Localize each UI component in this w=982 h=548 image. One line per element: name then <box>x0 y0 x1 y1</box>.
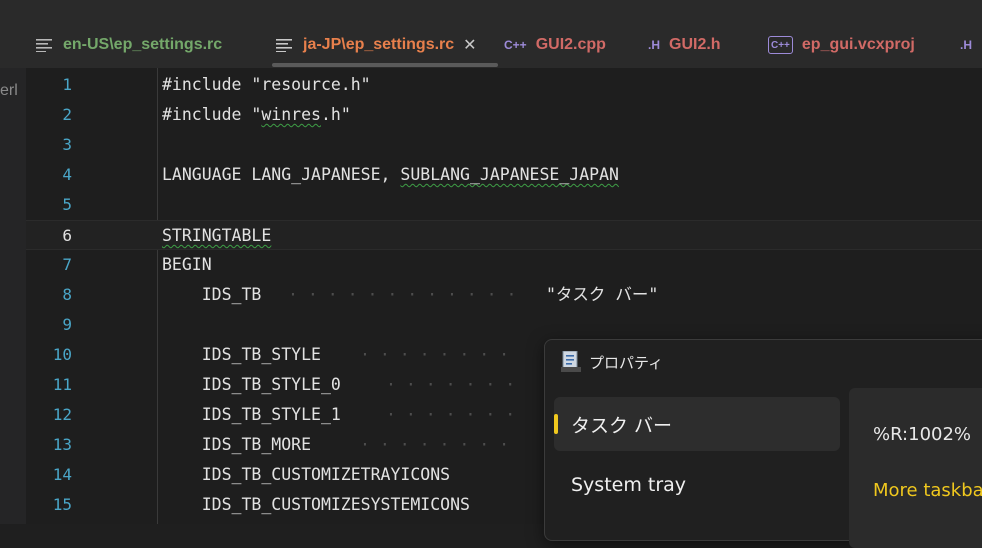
line-number: 11 <box>52 375 72 394</box>
nav-item-taskbar[interactable]: タスク バー <box>554 397 840 451</box>
code-text: IDS_TB_STYLE_1 <box>162 405 341 424</box>
cpp-file-icon: C++ <box>504 38 527 52</box>
line-number: 12 <box>52 405 72 424</box>
tab-label: ja-JP\ep_settings.rc <box>303 36 455 53</box>
code-text: STRINGTABLE <box>162 226 272 245</box>
code-text: IDS_TB <box>162 285 262 304</box>
nav-item-system-tray[interactable]: System tray <box>554 458 840 512</box>
code-line[interactable]: 2 #include "winres.h" <box>26 100 982 130</box>
header-file-icon: .H <box>648 38 660 52</box>
code-text: BEGIN <box>162 255 212 274</box>
tab-gui2-cpp[interactable]: C++ GUI2.cpp <box>504 22 606 68</box>
line-number: 5 <box>62 195 72 214</box>
line-number: 10 <box>52 345 72 364</box>
line-number: 6 <box>62 226 72 245</box>
whitespace-dots: · · · · · · · <box>386 405 516 424</box>
tab-label: ep_gui.vcxproj <box>801 36 915 53</box>
current-line[interactable]: 6 STRINGTABLE <box>26 220 982 250</box>
code-line[interactable]: 9 <box>26 310 982 340</box>
line-number: 14 <box>52 465 72 484</box>
code-text: IDS_TB_CUSTOMIZESYSTEMICONS <box>162 495 470 514</box>
dialog-titlebar[interactable]: プロパティ <box>561 351 663 373</box>
document-lines-icon <box>36 39 52 52</box>
line-number: 4 <box>62 165 72 184</box>
line-number: 8 <box>62 285 72 304</box>
document-lines-icon <box>276 39 292 52</box>
whitespace-dots: · · · · · · · · <box>360 345 510 364</box>
scale-label: %R:1002% <box>873 424 972 445</box>
tab-label: GUI2.h <box>669 36 721 53</box>
whitespace-dots: · · · · · · · · <box>360 435 510 454</box>
code-line[interactable]: 1 #include "resource.h" <box>26 70 982 100</box>
selection-indicator <box>554 414 558 434</box>
more-taskbar-link[interactable]: More taskba <box>873 480 982 501</box>
line-number: 1 <box>62 75 72 94</box>
title-bar <box>0 0 982 22</box>
line-number: 2 <box>62 105 72 124</box>
project-file-icon: C++ <box>768 36 793 54</box>
code-text: IDS_TB_STYLE <box>162 345 321 364</box>
close-icon[interactable]: ✕ <box>463 35 476 55</box>
line-number: 7 <box>62 255 72 274</box>
code-line[interactable]: 7 BEGIN <box>26 250 982 280</box>
tab-ep-gui-vcxproj[interactable]: C++ ep_gui.vcxproj <box>768 22 915 68</box>
tab-label: en-US\ep_settings.rc <box>63 36 223 53</box>
tab-gui2-h[interactable]: .H GUI2.h <box>648 22 721 68</box>
left-panel-text: erl <box>0 82 18 99</box>
properties-window-icon <box>561 351 581 372</box>
tab-en-us-ep-settings[interactable]: en-US\ep_settings.rc <box>36 22 222 68</box>
code-text: IDS_TB_MORE <box>162 435 312 454</box>
tab-bar: en-US\ep_settings.rc ja-JP\ep_settings.r… <box>0 22 982 68</box>
line-number: 3 <box>62 135 72 154</box>
nav-item-label: タスク バー <box>571 414 673 437</box>
code-text: LANGUAGE LANG_JAPANESE, SUBLANG_JAPANESE… <box>162 165 619 184</box>
string-value: "タスク バー" <box>546 285 659 304</box>
left-panel: erl <box>0 68 26 524</box>
line-number: 15 <box>52 495 72 514</box>
tab-overflow[interactable]: .H <box>960 22 972 68</box>
whitespace-dots: · · · · · · · <box>386 375 516 394</box>
code-text: #include "winres.h" <box>162 105 351 124</box>
nav-item-label: System tray <box>571 474 687 496</box>
dialog-title: プロパティ <box>589 353 664 372</box>
line-number: 9 <box>62 315 72 334</box>
line-number: 13 <box>52 435 72 454</box>
code-line[interactable]: 4 LANGUAGE LANG_JAPANESE, SUBLANG_JAPANE… <box>26 160 982 190</box>
tab-ja-jp-ep-settings[interactable]: ja-JP\ep_settings.rc ✕ <box>276 22 477 68</box>
code-text: IDS_TB_STYLE_0 <box>162 375 341 394</box>
settings-pane: %R:1002% More taskba <box>849 388 982 548</box>
code-line[interactable]: 8 IDS_TB · · · · · · · · · · · · "タスク バー… <box>26 280 982 310</box>
code-line[interactable]: 3 <box>26 130 982 160</box>
whitespace-dots: · · · · · · · · · · · · <box>288 285 517 304</box>
tab-label: GUI2.cpp <box>535 36 606 53</box>
header-file-icon: .H <box>960 38 972 52</box>
code-line[interactable]: 5 <box>26 190 982 220</box>
code-text: IDS_TB_CUSTOMIZETRAYICONS <box>162 465 451 484</box>
code-text: #include "resource.h" <box>162 75 371 94</box>
properties-dialog[interactable]: プロパティ タスク バー System tray %R:1002% More t… <box>544 339 982 548</box>
active-tab-indicator <box>272 63 498 67</box>
